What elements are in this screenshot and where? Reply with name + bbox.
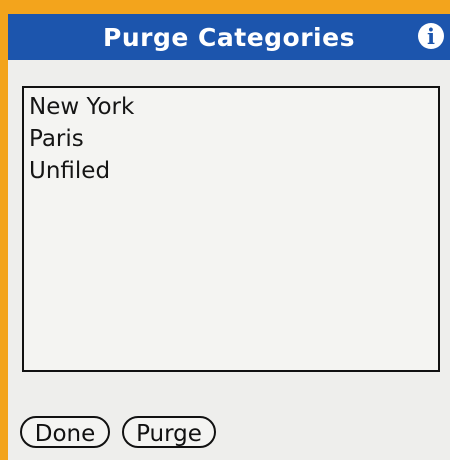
category-list[interactable]: New York Paris Unfiled xyxy=(22,86,440,372)
info-icon[interactable]: i xyxy=(418,23,444,49)
purge-button[interactable]: Purge xyxy=(122,416,216,448)
category-item-unfiled[interactable]: Unfiled xyxy=(29,155,110,187)
title-bar: Purge Categories i xyxy=(8,14,450,60)
done-button[interactable]: Done xyxy=(20,416,110,448)
category-item-new-york[interactable]: New York xyxy=(29,91,134,123)
dialog-title: Purge Categories xyxy=(103,23,355,52)
purge-categories-dialog: Purge Categories i New York Paris Unfile… xyxy=(8,14,450,460)
category-item-paris[interactable]: Paris xyxy=(29,123,84,155)
info-icon-glyph: i xyxy=(427,24,435,49)
